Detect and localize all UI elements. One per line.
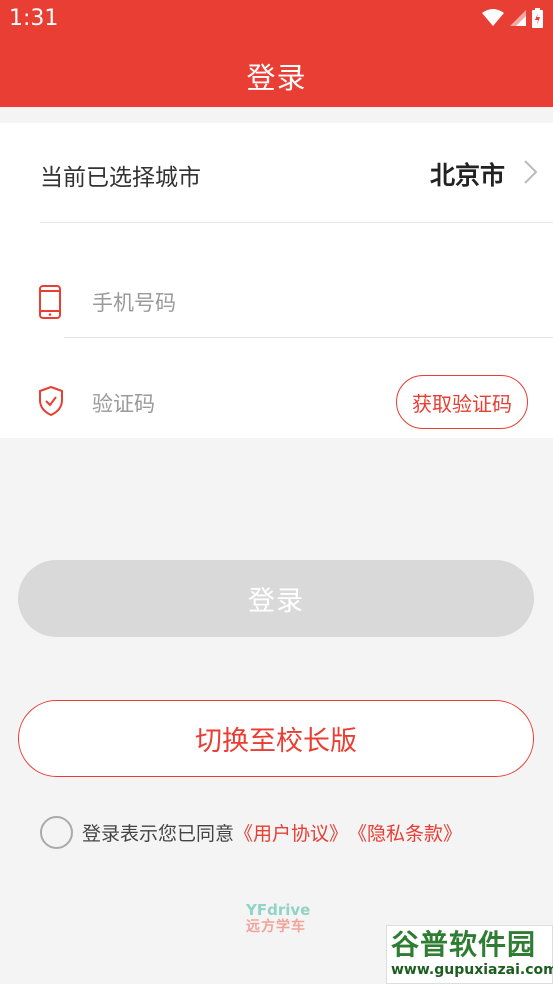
- divider: [40, 222, 553, 223]
- watermark-url: www.gupuxiazai.com: [391, 962, 553, 978]
- login-form: 当前已选择城市 北京市 获取验证码: [0, 123, 553, 438]
- phone-input[interactable]: [92, 288, 492, 318]
- switch-principal-button[interactable]: 切换至校长版: [18, 700, 534, 777]
- app-header: 1:31 登录: [0, 0, 553, 107]
- page-title: 登录: [246, 61, 307, 95]
- login-button[interactable]: 登录: [18, 560, 534, 637]
- city-value: 北京市: [429, 161, 505, 190]
- agreement-text: 登录表示您已同意: [82, 822, 235, 845]
- user-agreement-link[interactable]: 《用户协议》: [234, 819, 348, 846]
- brand-name-cn: 远方学车: [246, 919, 306, 935]
- city-label: 当前已选择城市: [40, 165, 201, 191]
- wifi-icon: [482, 9, 504, 26]
- brand-name-en: YFdrive: [246, 901, 311, 919]
- brand-logo: YFdrive 远方学车: [246, 902, 310, 936]
- watermark-title: 谷普软件园: [391, 928, 537, 961]
- phone-row: [0, 268, 553, 338]
- battery-icon: [532, 8, 543, 28]
- chevron-right-icon: [524, 160, 538, 184]
- status-icons: [482, 8, 543, 28]
- agreement-row: 登录表示您已同意 《用户协议》 《隐私条款》: [40, 815, 462, 849]
- status-time: 1:31: [9, 6, 59, 31]
- phone-icon: [39, 285, 61, 319]
- divider: [64, 337, 553, 338]
- signal-icon: [510, 10, 526, 26]
- agree-radio[interactable]: [40, 815, 73, 849]
- city-selector[interactable]: 当前已选择城市 北京市: [0, 123, 553, 223]
- verification-code-input[interactable]: [92, 389, 372, 419]
- get-code-button[interactable]: 获取验证码: [396, 375, 528, 429]
- privacy-link[interactable]: 《隐私条款》: [348, 819, 462, 846]
- code-row: 获取验证码: [0, 371, 553, 441]
- watermark: 谷普软件园 www.gupuxiazai.com: [386, 925, 553, 984]
- shield-check-icon: [39, 386, 63, 416]
